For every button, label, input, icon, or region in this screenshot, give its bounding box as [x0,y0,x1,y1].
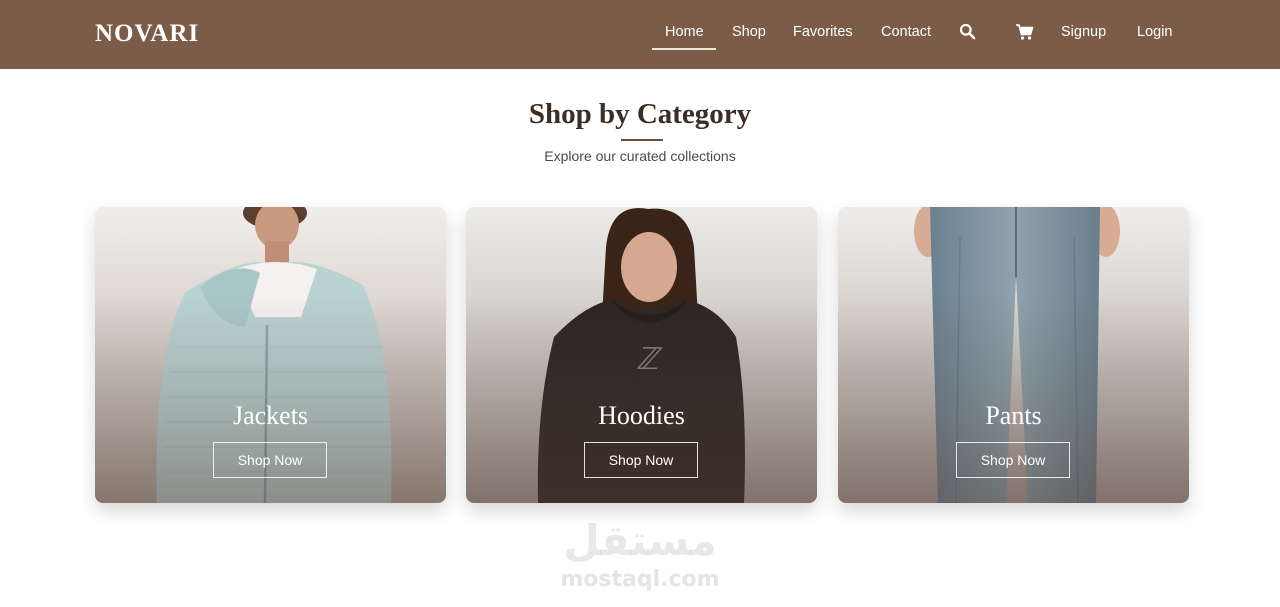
category-card-pants[interactable]: Pants Shop Now [838,207,1189,503]
category-card-hoodies[interactable]: ℤ Hoodies Shop Now [466,207,817,503]
top-navbar: NOVARI Home Shop Favorites Contact Signu… [0,0,1280,69]
category-title-jackets: Jackets [232,401,309,430]
watermark-latin: mostaql.com [560,567,720,592]
cart-icon[interactable] [1015,23,1034,41]
shop-now-pants-button[interactable]: Shop Now [956,442,1070,478]
watermark-arabic: مستقل [563,516,717,565]
nav-contact-link[interactable]: Contact [881,24,931,40]
nav-favorites-link[interactable]: Favorites [793,24,853,40]
search-icon[interactable] [959,23,977,41]
nav-login-link[interactable]: Login [1137,24,1172,40]
shop-now-hoodies-button[interactable]: Shop Now [584,442,698,478]
nav-shop-link[interactable]: Shop [732,24,766,40]
brand-logo[interactable]: NOVARI [95,20,199,48]
title-underline-divider [621,139,663,141]
category-title-hoodies: Hoodies [598,401,685,430]
shop-now-jackets-button[interactable]: Shop Now [213,442,327,478]
category-card-jackets[interactable]: Jackets Shop Now [95,207,446,503]
nav-signup-link[interactable]: Signup [1061,24,1106,40]
section-title: Shop by Category [528,98,752,130]
category-title-pants: Pants [985,401,1042,430]
nav-home-link[interactable]: Home [652,24,716,50]
section-subtitle: Explore our curated collections [544,148,736,164]
